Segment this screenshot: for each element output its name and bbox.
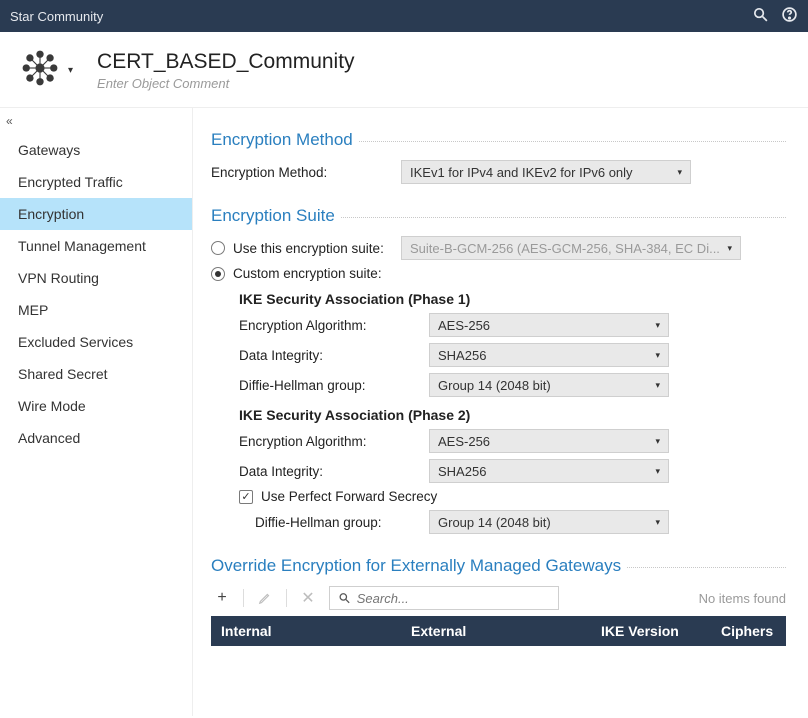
collapse-handle-icon[interactable]: «	[0, 114, 192, 134]
p1-int-label: Data Integrity:	[239, 348, 429, 363]
search-input-wrap[interactable]	[329, 586, 559, 610]
p1-int-dropdown[interactable]: SHA256▾	[429, 343, 669, 367]
window-title: Star Community	[10, 9, 740, 24]
p2-dh-label: Diffie-Hellman group:	[255, 515, 429, 530]
p1-enc-dropdown[interactable]: AES-256▾	[429, 313, 669, 337]
sidebar-item-excluded-services[interactable]: Excluded Services	[0, 326, 192, 358]
search-input[interactable]	[357, 591, 550, 606]
separator	[286, 589, 287, 607]
title-bar: Star Community	[0, 0, 808, 32]
custom-suite-radio[interactable]	[211, 267, 225, 281]
sidebar-item-mep[interactable]: MEP	[0, 294, 192, 326]
edit-icon[interactable]	[254, 587, 276, 609]
p2-int-label: Data Integrity:	[239, 464, 429, 479]
phase2-title: IKE Security Association (Phase 2)	[239, 407, 786, 423]
content: Encryption Method Encryption Method: IKE…	[193, 108, 808, 716]
use-suite-label: Use this encryption suite:	[233, 241, 401, 256]
sidebar-item-tunnel-management[interactable]: Tunnel Management	[0, 230, 192, 262]
header: ▾ CERT_BASED_Community Enter Object Comm…	[0, 32, 808, 108]
use-suite-radio[interactable]	[211, 241, 225, 255]
col-internal: Internal	[221, 623, 411, 639]
override-toolbar: + ✕ No items found	[211, 586, 786, 610]
p1-enc-label: Encryption Algorithm:	[239, 318, 429, 333]
override-table-header: Internal External IKE Version Ciphers	[211, 616, 786, 646]
sidebar-item-encryption[interactable]: Encryption	[0, 198, 192, 230]
comment-field[interactable]: Enter Object Comment	[97, 76, 355, 91]
p2-enc-label: Encryption Algorithm:	[239, 434, 429, 449]
search-icon	[338, 591, 351, 605]
page-title: CERT_BASED_Community	[97, 50, 355, 74]
sidebar-item-gateways[interactable]: Gateways	[0, 134, 192, 166]
community-icon	[18, 46, 62, 95]
col-ciphers: Ciphers	[721, 623, 776, 639]
sidebar-item-advanced[interactable]: Advanced	[0, 422, 192, 454]
use-suite-dropdown[interactable]: Suite-B-GCM-256 (AES-GCM-256, SHA-384, E…	[401, 236, 741, 260]
delete-icon[interactable]: ✕	[297, 587, 319, 609]
p1-dh-dropdown[interactable]: Group 14 (2048 bit)▾	[429, 373, 669, 397]
help-icon[interactable]	[781, 6, 798, 26]
phase1-title: IKE Security Association (Phase 1)	[239, 291, 786, 307]
p1-dh-label: Diffie-Hellman group:	[239, 378, 429, 393]
section-encryption-suite: Encryption Suite	[211, 206, 786, 226]
p2-dh-dropdown[interactable]: Group 14 (2048 bit)▾	[429, 510, 669, 534]
section-encryption-method: Encryption Method	[211, 130, 786, 150]
search-icon[interactable]	[752, 6, 769, 26]
sidebar-item-vpn-routing[interactable]: VPN Routing	[0, 262, 192, 294]
sidebar-item-shared-secret[interactable]: Shared Secret	[0, 358, 192, 390]
separator	[243, 589, 244, 607]
col-ike: IKE Version	[601, 623, 721, 639]
pfs-checkbox[interactable]	[239, 490, 253, 504]
p2-int-dropdown[interactable]: SHA256▾	[429, 459, 669, 483]
p2-enc-dropdown[interactable]: AES-256▾	[429, 429, 669, 453]
custom-suite-label: Custom encryption suite:	[233, 266, 382, 281]
section-override: Override Encryption for Externally Manag…	[211, 556, 786, 576]
sidebar-item-wire-mode[interactable]: Wire Mode	[0, 390, 192, 422]
encryption-method-dropdown[interactable]: IKEv1 for IPv4 and IKEv2 for IPv6 only▾	[401, 160, 691, 184]
sidebar-item-encrypted-traffic[interactable]: Encrypted Traffic	[0, 166, 192, 198]
icon-dropdown[interactable]: ▾	[68, 65, 73, 76]
encryption-method-label: Encryption Method:	[211, 165, 401, 180]
sidebar: « Gateways Encrypted Traffic Encryption …	[0, 108, 193, 716]
no-items-text: No items found	[699, 591, 786, 606]
col-external: External	[411, 623, 601, 639]
add-icon[interactable]: +	[211, 587, 233, 609]
pfs-label: Use Perfect Forward Secrecy	[261, 489, 437, 504]
